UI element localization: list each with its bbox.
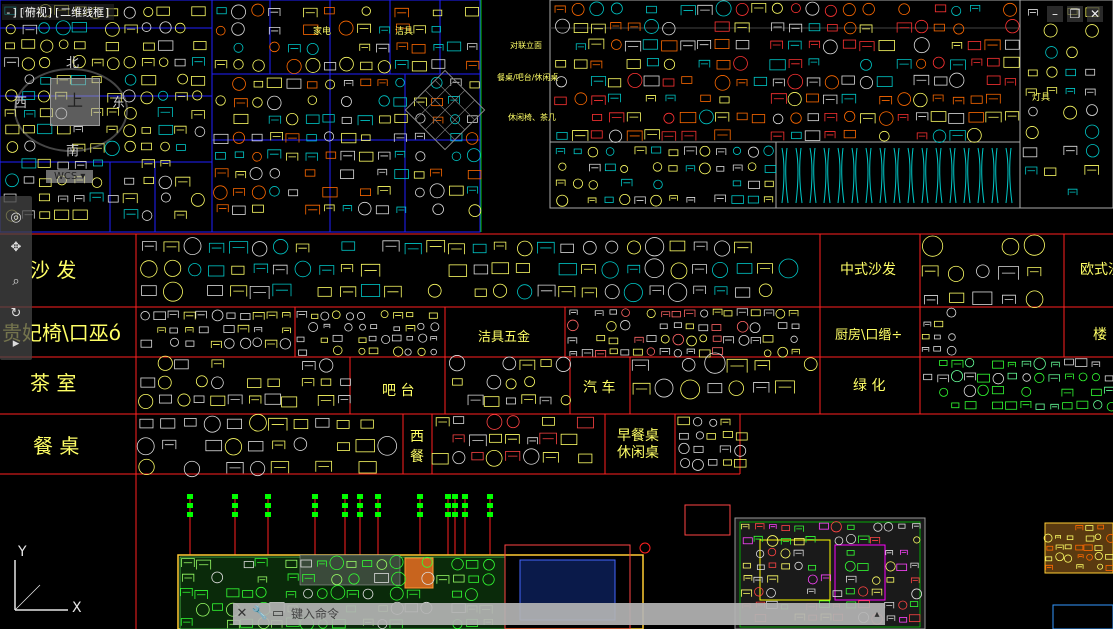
category-sanitary: 洁具五金 <box>478 329 530 345</box>
label-leisure: 休闲椅、茶几 <box>508 112 556 122</box>
showmotion-icon[interactable]: ▸ <box>8 336 24 352</box>
command-line: ✕ 🔧 ▭ ▴ <box>233 603 885 625</box>
category-chinese-sofa: 中式沙发 <box>840 262 896 278</box>
ucs-y-label: Y <box>17 544 27 560</box>
wcs-menu[interactable]: WCS ▾ <box>46 170 94 183</box>
category-sofa: 沙 发 <box>30 258 76 282</box>
close-icon[interactable]: ✕ <box>233 604 251 624</box>
category-western-dining: 西餐 <box>410 429 424 465</box>
restore-icon[interactable]: ❐ <box>1067 6 1083 22</box>
category-green: 绿 化 <box>853 378 885 394</box>
viewport-controls[interactable]: -][俯视][二维线框] <box>2 4 114 20</box>
scroll-up-icon[interactable]: ▴ <box>869 609 885 620</box>
pan-icon[interactable]: ✥ <box>8 240 24 256</box>
category-european-sofa: 欧式沙 <box>1080 262 1113 278</box>
category-car: 汽 车 <box>583 379 615 396</box>
close-icon[interactable]: ✕ <box>1087 6 1103 22</box>
label-sanitary: 洁具 <box>395 25 413 37</box>
category-building: 楼 <box>1093 327 1107 343</box>
viewcube-west[interactable]: 西 <box>14 92 27 111</box>
label-couplet: 对联立面 <box>510 40 542 50</box>
orbit-icon[interactable]: ↻ <box>8 306 24 322</box>
label-appliances: 家电 <box>313 25 331 37</box>
category-tea-room: 茶 室 <box>30 371 76 395</box>
viewcube-east[interactable]: 东 <box>112 92 125 111</box>
category-bar: 吧 台 <box>382 383 414 399</box>
upper-right-block-library: 对联立面 餐桌/吧台/休闲桌 休闲椅、茶几 灯具 <box>497 0 1113 209</box>
ucs-x-label: X <box>72 600 82 616</box>
viewcube-top-face[interactable]: 上 <box>50 78 100 126</box>
viewcube[interactable]: 上 北 西 东 南 WCS ▾ <box>6 56 132 190</box>
viewcube-north[interactable]: 北 <box>66 52 79 71</box>
navigation-bar: ◎ ✥ ⌕ ↻ ▸ <box>0 196 32 360</box>
label-dining: 餐桌/吧台/休闲桌 <box>497 72 558 82</box>
wrench-icon[interactable]: 🔧 <box>251 604 269 624</box>
viewcube-south[interactable]: 南 <box>66 140 79 159</box>
steering-wheel-icon[interactable]: ◎ <box>8 210 24 226</box>
ucs-icon: X Y <box>14 544 82 616</box>
command-prompt-icon[interactable]: ▭ <box>269 604 287 624</box>
command-input[interactable] <box>287 604 869 624</box>
zoom-icon[interactable]: ⌕ <box>8 274 24 290</box>
minimize-icon[interactable]: – <box>1047 6 1063 22</box>
category-breakfast: 早餐桌休闲桌 <box>617 428 659 461</box>
category-kitchen: 厨房\口缗÷ <box>835 327 902 343</box>
model-space-canvas[interactable]: 家电 洁具 对联立面 餐桌/吧台/休闲桌 休闲椅、茶几 灯具 沙 发 中式沙发 … <box>0 0 1113 629</box>
category-dining-table: 餐 桌 <box>33 434 79 458</box>
cad-drawing[interactable]: 家电 洁具 对联立面 餐桌/吧台/休闲桌 休闲椅、茶几 灯具 沙 发 中式沙发 … <box>0 0 1113 629</box>
window-controls: – ❐ ✕ <box>1047 6 1103 22</box>
